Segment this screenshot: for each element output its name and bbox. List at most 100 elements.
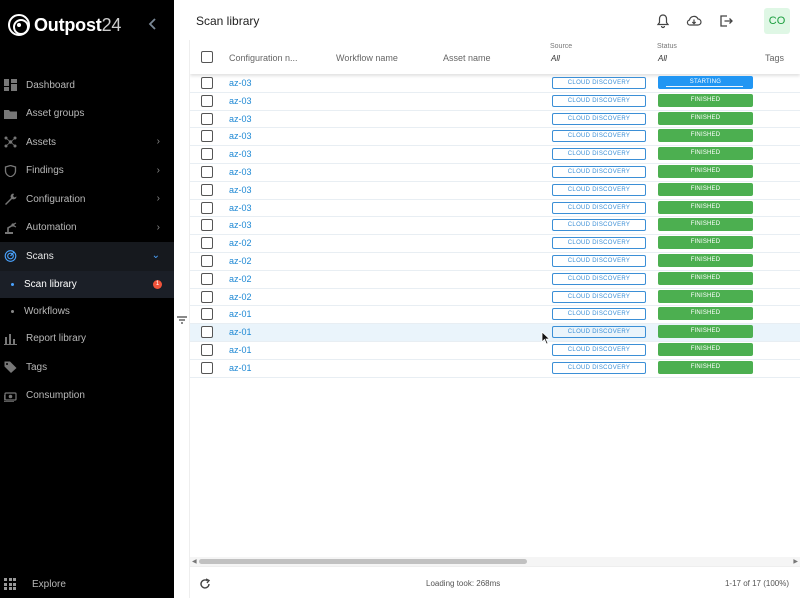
refresh-icon[interactable] bbox=[199, 578, 211, 590]
configuration-name-link[interactable]: az-03 bbox=[229, 131, 252, 141]
row-checkbox[interactable] bbox=[201, 94, 213, 107]
table-row[interactable]: az-03 CLOUD DISCOVERY FINISHED bbox=[190, 111, 800, 129]
chevron-down-icon: ⌄ bbox=[151, 250, 160, 261]
sidebar-item-consumption[interactable]: Consumption bbox=[0, 382, 174, 411]
configuration-name-link[interactable]: az-01 bbox=[229, 345, 252, 355]
money-icon bbox=[4, 392, 17, 402]
configuration-name-link[interactable]: az-03 bbox=[229, 149, 252, 159]
table-row[interactable]: az-01 CLOUD DISCOVERY FINISHED bbox=[190, 324, 800, 342]
configuration-name-link[interactable]: az-02 bbox=[229, 238, 252, 248]
column-header-status[interactable]: Status bbox=[657, 43, 677, 50]
column-header-asset[interactable]: Asset name bbox=[443, 53, 491, 63]
bell-icon[interactable] bbox=[655, 13, 671, 29]
logout-icon[interactable] bbox=[718, 13, 734, 29]
configuration-name-link[interactable]: az-03 bbox=[229, 114, 252, 124]
row-checkbox[interactable] bbox=[201, 290, 213, 303]
scroll-right-icon[interactable]: ▶ bbox=[793, 558, 798, 565]
configuration-name-link[interactable]: az-01 bbox=[229, 327, 252, 337]
source-tag: CLOUD DISCOVERY bbox=[552, 272, 646, 285]
source-tag: CLOUD DISCOVERY bbox=[552, 326, 646, 339]
scroll-left-icon[interactable]: ◀ bbox=[192, 558, 197, 565]
sidebar-item-configuration[interactable]: Configuration › bbox=[0, 185, 174, 214]
row-checkbox[interactable] bbox=[201, 308, 213, 321]
scrollbar-thumb[interactable] bbox=[199, 559, 527, 564]
configuration-name-link[interactable]: az-03 bbox=[229, 185, 252, 195]
table-row[interactable]: az-03 CLOUD DISCOVERY STARTING bbox=[190, 75, 800, 93]
row-checkbox[interactable] bbox=[201, 219, 213, 232]
table-row[interactable]: az-02 CLOUD DISCOVERY FINISHED bbox=[190, 235, 800, 253]
configuration-name-link[interactable]: az-01 bbox=[229, 309, 252, 319]
sidebar-item-label: Asset groups bbox=[26, 108, 85, 120]
sidebar-subitem-scan-library[interactable]: Scan library 1 bbox=[0, 270, 174, 298]
table-row[interactable]: az-03 CLOUD DISCOVERY FINISHED bbox=[190, 217, 800, 236]
configuration-name-link[interactable]: az-02 bbox=[229, 274, 252, 284]
column-header-workflow[interactable]: Workflow name bbox=[336, 53, 398, 63]
column-header-source[interactable]: Source bbox=[550, 43, 572, 50]
row-checkbox[interactable] bbox=[201, 183, 213, 196]
row-checkbox[interactable] bbox=[201, 201, 213, 214]
table-row[interactable]: az-02 CLOUD DISCOVERY FINISHED bbox=[190, 271, 800, 289]
row-checkbox[interactable] bbox=[201, 361, 213, 374]
sidebar-item-tags[interactable]: Tags bbox=[0, 353, 174, 382]
table-row[interactable]: az-01 CLOUD DISCOVERY FINISHED bbox=[190, 342, 800, 360]
sidebar-item-dashboard[interactable]: Dashboard bbox=[0, 71, 174, 100]
row-checkbox[interactable] bbox=[201, 148, 213, 161]
chevron-right-icon: › bbox=[156, 221, 160, 233]
row-checkbox[interactable] bbox=[201, 326, 213, 339]
row-checkbox[interactable] bbox=[201, 77, 213, 89]
source-tag: CLOUD DISCOVERY bbox=[552, 343, 646, 356]
source-tag: CLOUD DISCOVERY bbox=[552, 361, 646, 374]
row-checkbox[interactable] bbox=[201, 343, 213, 356]
sidebar-item-scans[interactable]: Scans ⌄ bbox=[0, 242, 174, 271]
source-filter-select[interactable]: All bbox=[551, 54, 560, 63]
configuration-name-link[interactable]: az-03 bbox=[229, 220, 252, 230]
filter-icon[interactable] bbox=[177, 316, 187, 324]
configuration-name-link[interactable]: az-02 bbox=[229, 292, 252, 302]
configuration-name-link[interactable]: az-02 bbox=[229, 256, 252, 266]
configuration-name-link[interactable]: az-01 bbox=[229, 363, 252, 373]
row-checkbox[interactable] bbox=[201, 254, 213, 267]
sidebar-item-automation[interactable]: Automation › bbox=[0, 214, 174, 243]
sidebar-item-label: Scan library bbox=[24, 278, 77, 290]
status-badge: FINISHED bbox=[658, 253, 753, 267]
sidebar-item-assets[interactable]: Assets › bbox=[0, 128, 174, 157]
table-row[interactable]: az-03 CLOUD DISCOVERY FINISHED bbox=[190, 200, 800, 218]
row-checkbox[interactable] bbox=[201, 130, 213, 143]
source-tag: CLOUD DISCOVERY bbox=[552, 165, 646, 178]
table-row[interactable]: az-03 CLOUD DISCOVERY FINISHED bbox=[190, 93, 800, 111]
sidebar-item-report-library[interactable]: Report library bbox=[0, 325, 174, 354]
column-header-tags[interactable]: Tags bbox=[765, 53, 784, 63]
row-checkbox[interactable] bbox=[201, 272, 213, 285]
avatar[interactable]: CO bbox=[764, 8, 790, 34]
select-all-checkbox[interactable] bbox=[201, 51, 213, 63]
table-row[interactable]: az-01 CLOUD DISCOVERY FINISHED bbox=[190, 360, 800, 378]
collapse-sidebar-button[interactable] bbox=[146, 15, 160, 33]
table-row[interactable]: az-03 CLOUD DISCOVERY FINISHED bbox=[190, 128, 800, 147]
row-checkbox[interactable] bbox=[201, 237, 213, 250]
configuration-name-link[interactable]: az-03 bbox=[229, 96, 252, 106]
table-row[interactable]: az-02 CLOUD DISCOVERY FINISHED bbox=[190, 253, 800, 271]
table-row[interactable]: az-03 CLOUD DISCOVERY FINISHED bbox=[190, 182, 800, 200]
cloud-download-icon[interactable] bbox=[686, 13, 702, 29]
sidebar-item-label: Report library bbox=[26, 333, 87, 345]
table-row[interactable]: az-01 CLOUD DISCOVERY FINISHED bbox=[190, 306, 800, 325]
status-filter-select[interactable]: All bbox=[658, 54, 667, 63]
sidebar-subitem-workflows[interactable]: Workflows bbox=[0, 298, 174, 325]
explore-button[interactable]: Explore bbox=[4, 576, 66, 592]
column-header-configuration[interactable]: Configuration n... bbox=[229, 53, 298, 63]
sidebar-item-findings[interactable]: Findings › bbox=[0, 157, 174, 186]
table-row[interactable]: az-03 CLOUD DISCOVERY FINISHED bbox=[190, 146, 800, 164]
sidebar-item-asset-groups[interactable]: Asset groups bbox=[0, 100, 174, 129]
table-row[interactable]: az-03 CLOUD DISCOVERY FINISHED bbox=[190, 164, 800, 182]
row-checkbox[interactable] bbox=[201, 165, 213, 178]
table-row[interactable]: az-02 CLOUD DISCOVERY FINISHED bbox=[190, 289, 800, 307]
row-checkbox[interactable] bbox=[201, 112, 213, 125]
source-tag: CLOUD DISCOVERY bbox=[552, 94, 646, 107]
horizontal-scrollbar[interactable]: ◀ ▶ bbox=[190, 557, 800, 566]
sidebar-nav: Dashboard Asset groups Assets › Findings… bbox=[0, 71, 174, 410]
configuration-name-link[interactable]: az-03 bbox=[229, 203, 252, 213]
configuration-name-link[interactable]: az-03 bbox=[229, 78, 252, 88]
table-body: az-03 CLOUD DISCOVERY STARTING az-03 CLOUD D… bbox=[190, 75, 800, 378]
radar-icon bbox=[4, 250, 17, 263]
configuration-name-link[interactable]: az-03 bbox=[229, 167, 252, 177]
